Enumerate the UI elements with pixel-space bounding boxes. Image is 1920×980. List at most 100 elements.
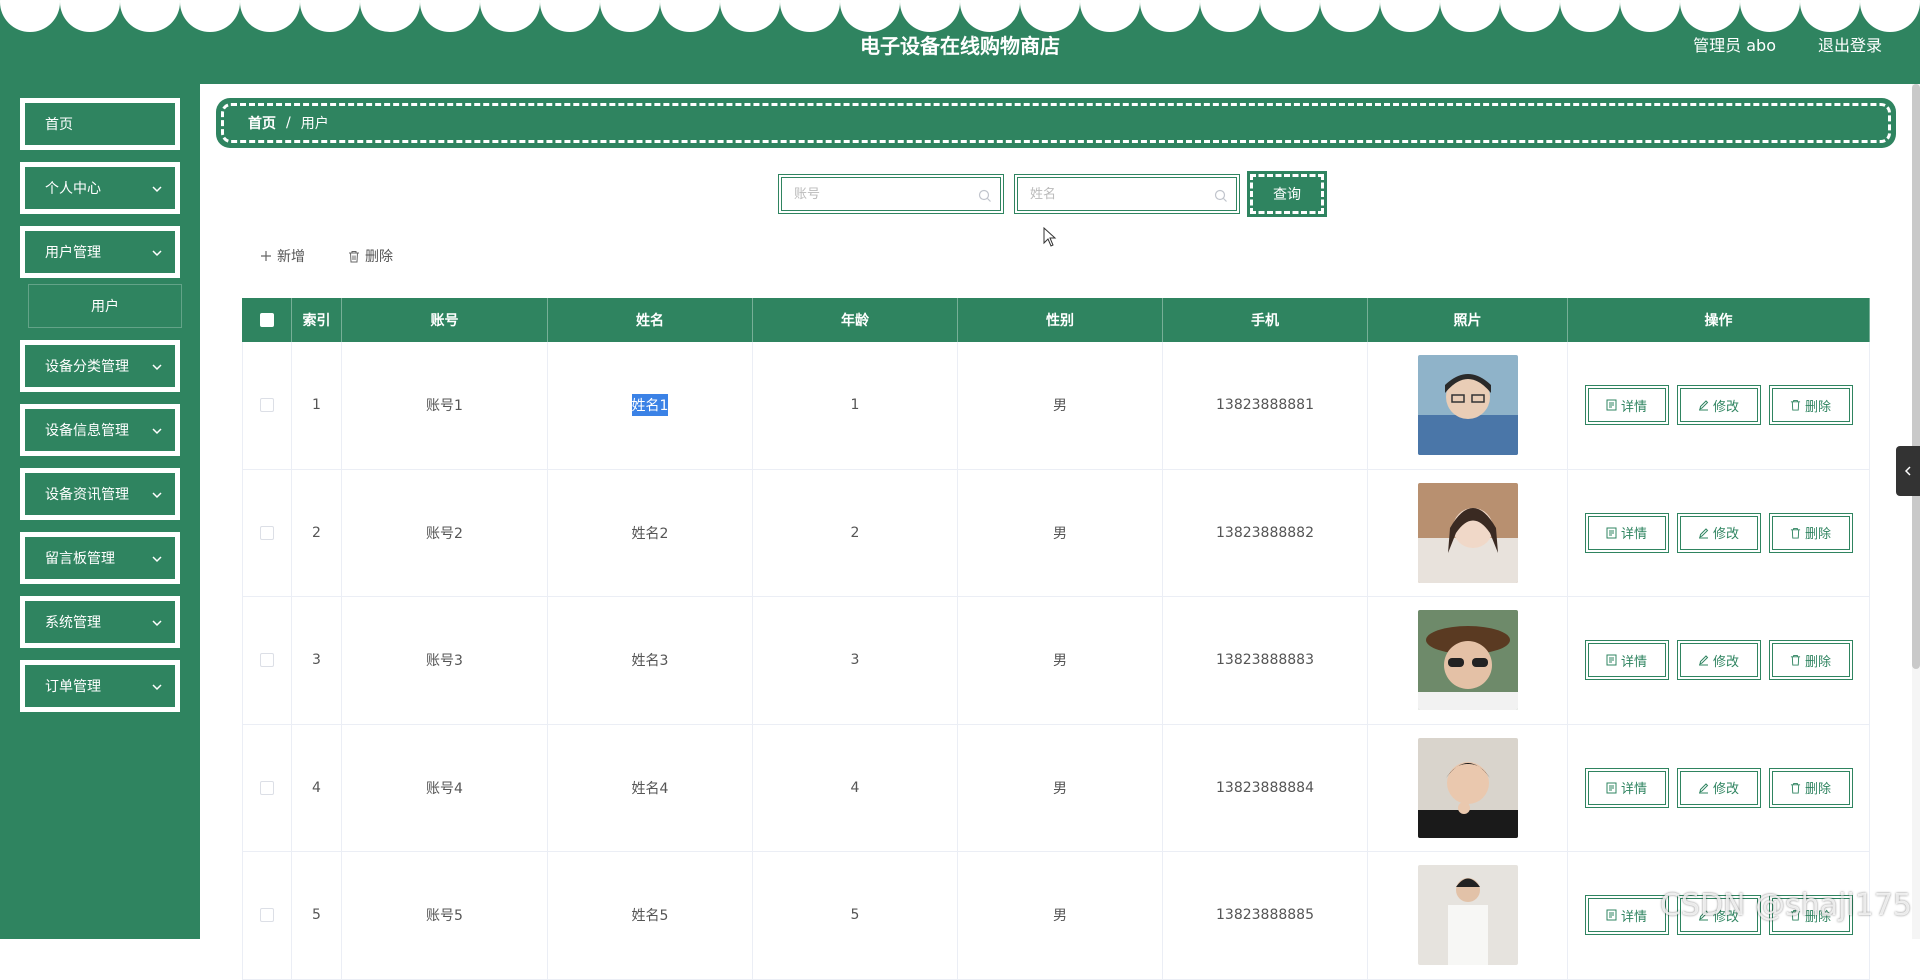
mouse-cursor-icon bbox=[1043, 227, 1057, 247]
table-row: 3 账号3 姓名3 3 男 13823888883 详情 修改 删除 bbox=[242, 597, 1870, 725]
trash-icon bbox=[1790, 782, 1801, 794]
logout-link[interactable]: 退出登录 bbox=[1818, 32, 1882, 56]
delete-button[interactable]: 删除 bbox=[1768, 767, 1853, 808]
row-checkbox[interactable] bbox=[260, 780, 274, 795]
watermark: CSDN @shaji175 bbox=[1659, 888, 1912, 923]
account-search-field[interactable] bbox=[778, 174, 1004, 214]
sidebar-item-label: 订单管理 bbox=[45, 679, 101, 695]
trash-icon bbox=[1790, 655, 1801, 666]
account-cell: 账号2 bbox=[342, 469, 548, 596]
plus-icon bbox=[261, 251, 271, 261]
edit-button[interactable]: 修改 bbox=[1676, 385, 1761, 426]
delete-button[interactable]: 删除 bbox=[1768, 512, 1853, 553]
delete-button-label: 删除 bbox=[1804, 782, 1831, 798]
name-cell: 姓名1 bbox=[548, 342, 753, 469]
delete-button[interactable]: 删除 bbox=[1768, 640, 1853, 681]
row-checkbox[interactable] bbox=[260, 398, 274, 413]
index-cell: 2 bbox=[292, 469, 342, 596]
detail-button[interactable]: 详情 bbox=[1584, 385, 1669, 426]
sidebar-item-orders[interactable]: 订单管理 bbox=[20, 660, 180, 712]
delete-button-label: 删除 bbox=[1804, 399, 1831, 415]
sidebar-item-label: 用户管理 bbox=[45, 245, 101, 261]
document-icon bbox=[1606, 909, 1617, 921]
detail-button[interactable]: 详情 bbox=[1584, 512, 1669, 553]
pencil-icon bbox=[1698, 655, 1709, 666]
delete-button[interactable]: 删除 bbox=[1768, 385, 1853, 426]
row-checkbox[interactable] bbox=[260, 653, 274, 668]
query-button[interactable]: 查询 bbox=[1247, 171, 1327, 217]
detail-button-label: 详情 bbox=[1620, 527, 1647, 543]
chevron-down-icon bbox=[152, 492, 162, 499]
user-photo[interactable] bbox=[1417, 610, 1518, 711]
row-checkbox[interactable] bbox=[260, 908, 274, 923]
sidebar-item-device-category[interactable]: 设备分类管理 bbox=[20, 340, 180, 392]
batch-delete-button[interactable]: 删除 bbox=[348, 244, 393, 268]
index-cell: 1 bbox=[292, 342, 342, 469]
actions-cell: 详情 修改 删除 bbox=[1568, 469, 1870, 596]
detail-button[interactable]: 详情 bbox=[1584, 640, 1669, 681]
sidebar-item-device-news[interactable]: 设备资讯管理 bbox=[20, 468, 180, 520]
column-header: 手机 bbox=[1163, 298, 1368, 342]
detail-button[interactable]: 详情 bbox=[1584, 895, 1669, 936]
detail-button[interactable]: 详情 bbox=[1584, 767, 1669, 808]
user-photo[interactable] bbox=[1417, 737, 1518, 838]
user-photo[interactable] bbox=[1417, 482, 1518, 583]
breadcrumb: 首页 / 用户 bbox=[216, 98, 1896, 148]
user-table: 索引 账号 姓名 年龄 性别 手机 照片 操作 1 账号1 姓名1 1 男 13… bbox=[242, 298, 1870, 980]
page-scrollbar-thumb[interactable] bbox=[1912, 84, 1920, 669]
header-scallop-decoration bbox=[0, 0, 1920, 32]
account-search-input[interactable] bbox=[794, 186, 974, 202]
add-button[interactable]: 新增 bbox=[260, 244, 305, 268]
edit-button-label: 修改 bbox=[1712, 527, 1739, 543]
sidebar-item-home[interactable]: 首页 bbox=[20, 98, 180, 150]
sidebar-item-message-board[interactable]: 留言板管理 bbox=[20, 532, 180, 584]
column-header: 姓名 bbox=[548, 298, 753, 342]
phone-cell: 13823888881 bbox=[1163, 342, 1368, 469]
account-cell: 账号1 bbox=[342, 342, 548, 469]
sidebar-subitem-user[interactable]: 用户 bbox=[28, 284, 182, 328]
trash-icon bbox=[1790, 400, 1801, 411]
name-cell: 姓名4 bbox=[548, 724, 753, 851]
edit-button[interactable]: 修改 bbox=[1676, 640, 1761, 681]
age-cell: 4 bbox=[753, 724, 958, 851]
user-photo[interactable] bbox=[1417, 355, 1518, 456]
side-collapse-tab[interactable] bbox=[1896, 446, 1920, 496]
table-row: 1 账号1 姓名1 1 男 13823888881 详情 修改 删除 bbox=[242, 342, 1870, 470]
chevron-down-icon bbox=[152, 364, 162, 371]
name-search-field[interactable] bbox=[1014, 174, 1240, 214]
pencil-icon bbox=[1698, 400, 1709, 411]
column-header: 性别 bbox=[958, 298, 1163, 342]
delete-button-label: 删除 bbox=[1804, 654, 1831, 670]
name-search-input[interactable] bbox=[1030, 186, 1210, 202]
table-header: 索引 账号 姓名 年龄 性别 手机 照片 操作 bbox=[242, 298, 1870, 342]
sidebar-item-label: 设备资讯管理 bbox=[45, 487, 129, 503]
gender-cell: 男 bbox=[958, 342, 1163, 469]
edit-button[interactable]: 修改 bbox=[1676, 512, 1761, 553]
index-cell: 5 bbox=[292, 852, 342, 979]
detail-button-label: 详情 bbox=[1620, 399, 1647, 415]
select-all-cell bbox=[242, 298, 292, 342]
name-cell: 姓名5 bbox=[548, 852, 753, 979]
sidebar-item-user-management[interactable]: 用户管理 bbox=[20, 226, 180, 278]
sidebar-item-system[interactable]: 系统管理 bbox=[20, 596, 180, 648]
sidebar-item-device-info[interactable]: 设备信息管理 bbox=[20, 404, 180, 456]
sidebar-item-label: 设备分类管理 bbox=[45, 359, 129, 375]
pencil-icon bbox=[1698, 528, 1709, 539]
actions-cell: 详情 修改 删除 bbox=[1568, 724, 1870, 851]
photo-cell bbox=[1368, 852, 1568, 979]
gender-cell: 男 bbox=[958, 852, 1163, 979]
phone-cell: 13823888883 bbox=[1163, 597, 1368, 724]
account-cell: 账号3 bbox=[342, 597, 548, 724]
sidebar-item-personal-center[interactable]: 个人中心 bbox=[20, 162, 180, 214]
chevron-down-icon bbox=[152, 186, 162, 193]
breadcrumb-home[interactable]: 首页 bbox=[248, 113, 276, 133]
row-checkbox[interactable] bbox=[260, 525, 274, 540]
delete-button-label: 删除 bbox=[365, 249, 393, 265]
account-cell: 账号5 bbox=[342, 852, 548, 979]
edit-button[interactable]: 修改 bbox=[1676, 767, 1761, 808]
document-icon bbox=[1606, 399, 1617, 411]
breadcrumb-separator: / bbox=[286, 115, 291, 131]
select-all-checkbox[interactable] bbox=[259, 313, 274, 327]
user-photo[interactable] bbox=[1417, 865, 1518, 966]
gender-cell: 男 bbox=[958, 597, 1163, 724]
